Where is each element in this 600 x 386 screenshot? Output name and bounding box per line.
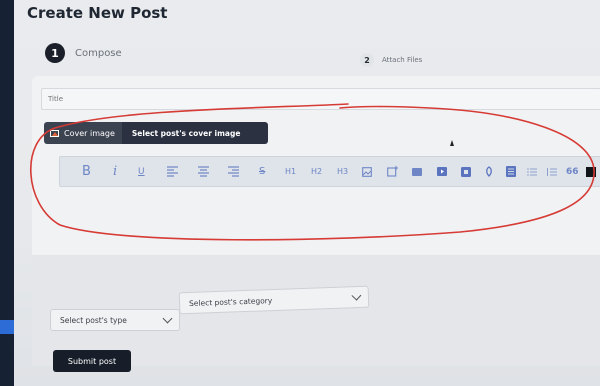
cover-image-hint: Select post's cover image — [121, 122, 269, 144]
editor-toolbar: B i U S H1 H2 H3 66 — [59, 156, 600, 187]
heading-1-icon: H1 — [285, 167, 297, 176]
document-button[interactable] — [506, 164, 516, 179]
heading-2-button[interactable]: H2 — [311, 164, 322, 179]
chevron-down-icon — [351, 290, 362, 301]
step-number: 1 — [45, 43, 65, 63]
post-type-select[interactable]: Select post's type — [50, 309, 180, 331]
heading-3-button[interactable]: H3 — [337, 164, 348, 179]
play-icon — [437, 167, 447, 176]
numbered-list-button[interactable] — [547, 164, 557, 179]
sidebar-active-marker — [0, 320, 14, 334]
cover-image-button[interactable]: Cover image — [44, 122, 122, 144]
quote-button[interactable]: 66 — [566, 164, 579, 179]
align-left-button[interactable] — [167, 164, 178, 179]
page-title: Create New Post — [27, 4, 168, 22]
strikethrough-button[interactable]: S — [259, 164, 265, 179]
align-right-icon — [228, 166, 239, 177]
underline-icon: U — [138, 166, 145, 177]
image-button[interactable] — [362, 164, 372, 179]
submit-post-button[interactable]: Submit post — [53, 350, 131, 372]
embed-button[interactable] — [461, 164, 471, 179]
cover-image-label: Cover image — [64, 128, 115, 138]
image-icon — [362, 166, 372, 177]
video-button[interactable] — [412, 164, 422, 179]
link-button[interactable] — [484, 164, 494, 179]
color-swatch-icon — [586, 166, 596, 177]
italic-icon: i — [113, 164, 118, 179]
numbered-list-icon — [547, 167, 557, 176]
post-type-value: Select post's type — [60, 315, 127, 325]
heading-1-button[interactable]: H1 — [285, 164, 296, 179]
add-image-icon — [387, 166, 398, 177]
step-label: Compose — [75, 47, 122, 59]
italic-button[interactable]: i — [113, 164, 117, 179]
chevron-down-icon — [162, 313, 173, 324]
document-icon — [506, 166, 516, 177]
align-left-icon — [167, 166, 178, 177]
video-icon — [412, 167, 422, 176]
bullet-list-icon — [527, 167, 537, 176]
align-right-button[interactable] — [228, 164, 239, 179]
heading-3-icon: H3 — [337, 167, 349, 176]
align-center-button[interactable] — [198, 164, 209, 179]
heading-2-icon: H2 — [311, 167, 323, 176]
image-icon — [50, 129, 59, 137]
main-panel: Create New Post 1 Compose 2 Attach Files… — [14, 0, 600, 386]
align-center-icon — [198, 166, 209, 177]
link-icon — [486, 166, 492, 177]
title-input[interactable] — [41, 88, 600, 110]
bullet-list-button[interactable] — [527, 164, 537, 179]
mouse-cursor — [450, 140, 454, 146]
cover-image-bar: Cover image Select post's cover image — [44, 122, 269, 144]
step-compose[interactable]: 1 Compose — [45, 43, 122, 63]
sidebar-edge — [0, 0, 14, 386]
youtube-button[interactable] — [437, 164, 447, 179]
color-button[interactable] — [586, 164, 596, 179]
add-image-button[interactable] — [387, 164, 398, 179]
step-attach-files[interactable]: 2 Attach Files — [360, 53, 422, 67]
bold-button[interactable]: B — [82, 164, 91, 179]
embed-icon — [461, 166, 471, 177]
step-label: Attach Files — [382, 56, 423, 64]
strikethrough-icon: S — [259, 166, 266, 177]
post-category-value: Select post's category — [188, 295, 273, 308]
quote-icon: 66 — [566, 166, 579, 177]
bold-icon: B — [82, 164, 91, 179]
underline-button[interactable]: U — [138, 164, 145, 179]
step-number: 2 — [360, 53, 374, 67]
